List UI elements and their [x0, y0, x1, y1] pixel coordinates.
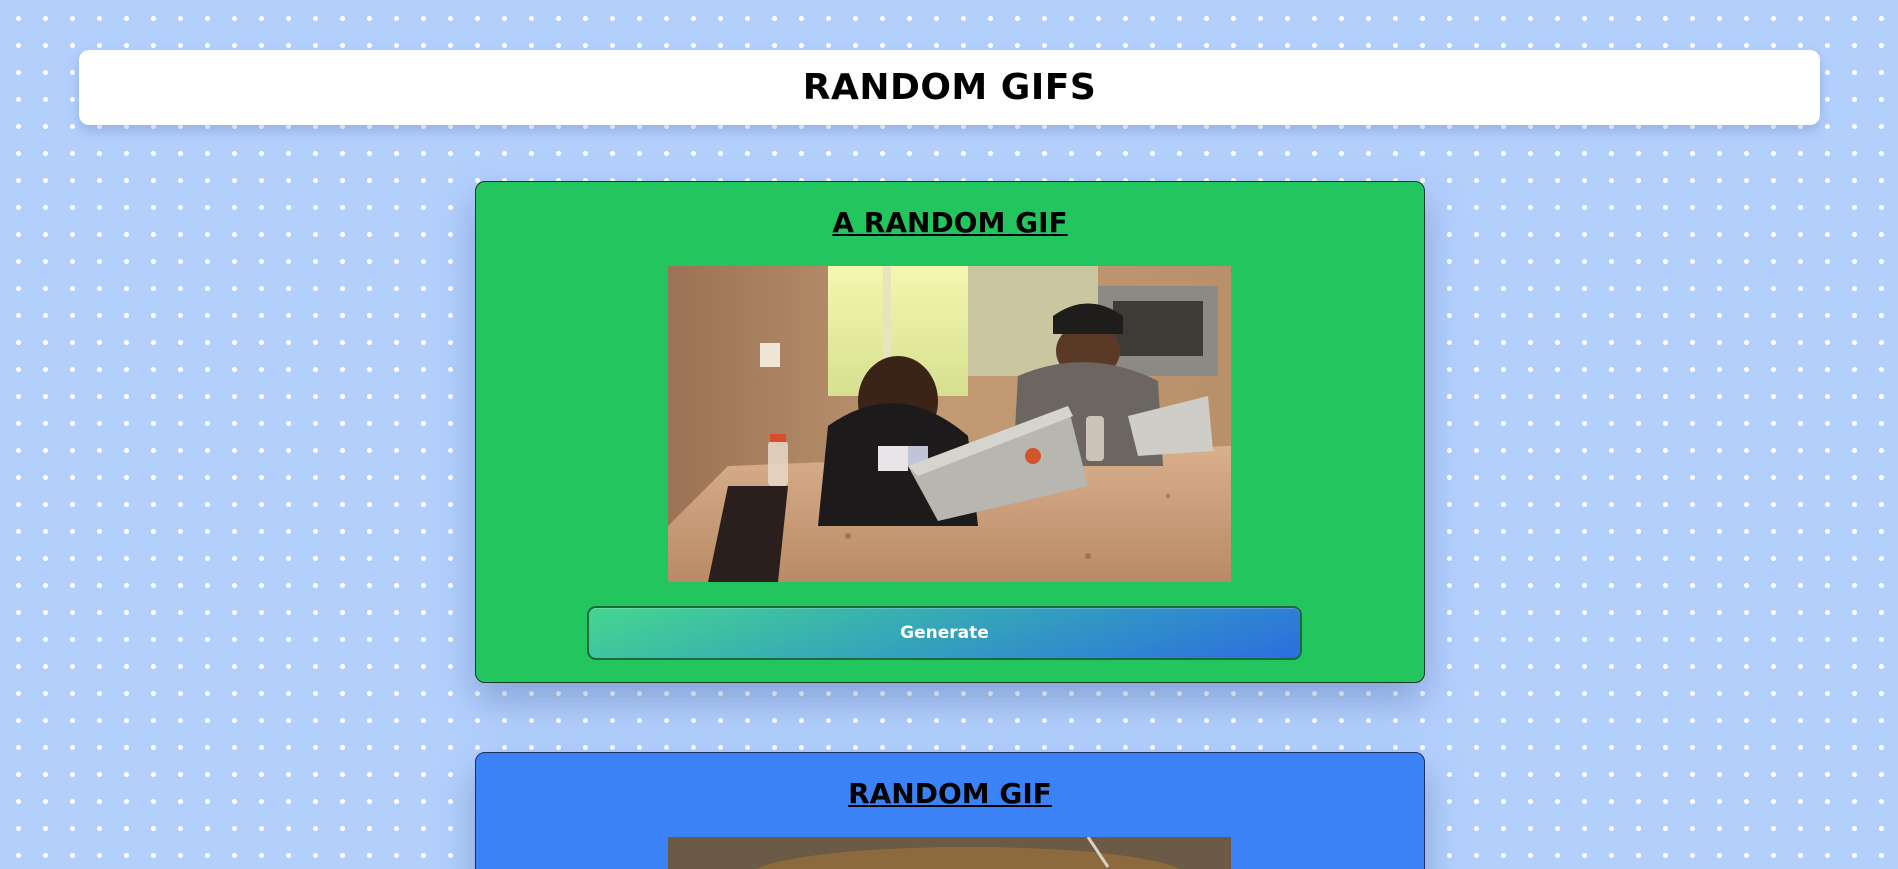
random-gif-card-2: RANDOM GIF [475, 752, 1425, 869]
gif-scene-illustration [668, 266, 1231, 582]
generate-button[interactable]: Generate [587, 606, 1302, 660]
card-title-2: RANDOM GIF [848, 777, 1052, 810]
page-header: RANDOM GIFS [79, 50, 1820, 125]
page-title: RANDOM GIFS [802, 67, 1097, 108]
gif-image [668, 266, 1231, 582]
card-title: A RANDOM GIF [832, 206, 1068, 239]
random-gif-card: A RANDOM GIF Generate [475, 181, 1425, 683]
gif-scene-illustration-2 [668, 837, 1231, 869]
gif-image-2 [668, 837, 1231, 869]
